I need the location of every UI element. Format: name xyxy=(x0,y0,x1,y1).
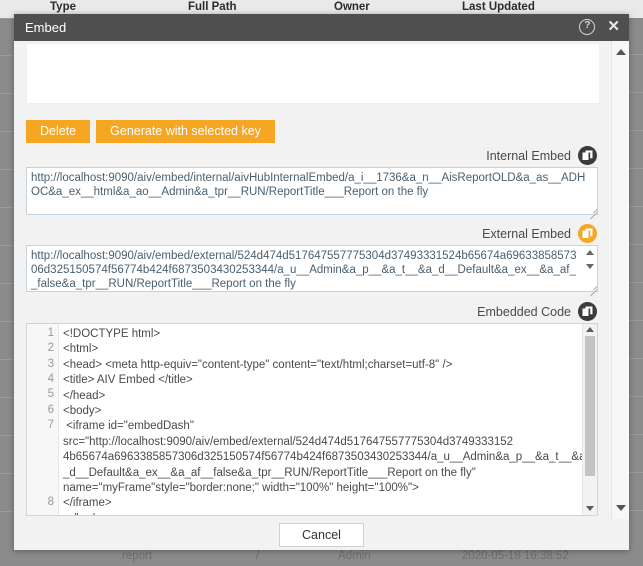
table-row[interactable]: report / Admin 2020-05-18 16:38:52 xyxy=(0,548,643,566)
column-header-last-updated: Last Updated xyxy=(462,1,535,13)
cell-owner: Admin xyxy=(338,550,371,562)
line-number: 2 xyxy=(47,342,54,354)
close-icon[interactable]: ✕ xyxy=(607,19,620,34)
dialog-toolbar: Delete Generate with selected key xyxy=(26,120,275,143)
dialog-footer: Cancel xyxy=(14,519,629,550)
generate-with-selected-key-button[interactable]: Generate with selected key xyxy=(96,120,275,143)
line-number: 6 xyxy=(47,404,54,416)
internal-embed-label: Internal Embed xyxy=(486,148,571,163)
embed-dialog: Embed ? ✕ Delete Generate with selected … xyxy=(14,14,629,550)
embedded-code-editor[interactable]: 1 2 3 4 5 6 7 8 <!DOCTYPE html> <html> <… xyxy=(26,323,598,516)
internal-embed-input[interactable]: http://localhost:9090/aiv/embed/internal… xyxy=(26,167,598,215)
embedded-code-label-row: Embedded Code xyxy=(477,302,597,321)
column-header-owner: Owner xyxy=(334,1,370,13)
dialog-title: Embed xyxy=(25,20,67,35)
line-number: 3 xyxy=(47,358,54,370)
external-embed-label: External Embed xyxy=(482,226,571,241)
cell-full-path: / xyxy=(256,550,260,562)
code-scroll-down-icon xyxy=(586,506,594,511)
help-icon[interactable]: ? xyxy=(579,19,596,35)
dialog-body: Delete Generate with selected key Intern… xyxy=(14,41,611,519)
internal-embed-resize-handle[interactable] xyxy=(588,204,598,220)
line-number: 1 xyxy=(47,327,54,339)
cell-last-updated: 2020-05-18 16:38:52 xyxy=(462,550,569,562)
cancel-button[interactable]: Cancel xyxy=(279,522,364,547)
external-embed-label-row: External Embed xyxy=(482,224,597,243)
line-number: 7 xyxy=(47,419,54,431)
code-gutter: 1 2 3 4 5 6 7 8 xyxy=(27,324,59,515)
code-content[interactable]: <!DOCTYPE html> <html> <head> <meta http… xyxy=(63,327,591,515)
code-scroll-up-icon xyxy=(586,327,594,332)
scroll-down-icon[interactable] xyxy=(616,505,626,511)
external-embed-resize-handle[interactable] xyxy=(588,281,598,297)
embed-keys-panel[interactable] xyxy=(26,43,600,104)
dialog-scrollbar[interactable] xyxy=(611,41,629,519)
line-number: 5 xyxy=(47,388,54,400)
code-scrollbar[interactable] xyxy=(582,324,597,515)
internal-embed-label-row: Internal Embed xyxy=(486,146,597,165)
dialog-title-bar: Embed ? ✕ xyxy=(14,14,629,41)
copy-icon[interactable] xyxy=(578,302,597,321)
copy-icon[interactable] xyxy=(578,224,597,243)
column-header-full-path: Full Path xyxy=(188,1,237,13)
column-header-type: Type xyxy=(50,1,76,13)
copy-icon[interactable] xyxy=(578,146,597,165)
scroll-up-icon[interactable] xyxy=(616,49,626,55)
line-number: 4 xyxy=(47,373,54,385)
line-number: 8 xyxy=(47,496,54,508)
external-embed-input[interactable]: http://localhost:9090/aiv/embed/external… xyxy=(26,245,598,292)
embedded-code-label: Embedded Code xyxy=(477,304,571,319)
dialog-header-actions: ? ✕ xyxy=(579,19,620,35)
delete-button[interactable]: Delete xyxy=(26,120,91,143)
cell-type: report xyxy=(122,550,153,562)
code-scrollbar-thumb[interactable] xyxy=(585,336,595,476)
